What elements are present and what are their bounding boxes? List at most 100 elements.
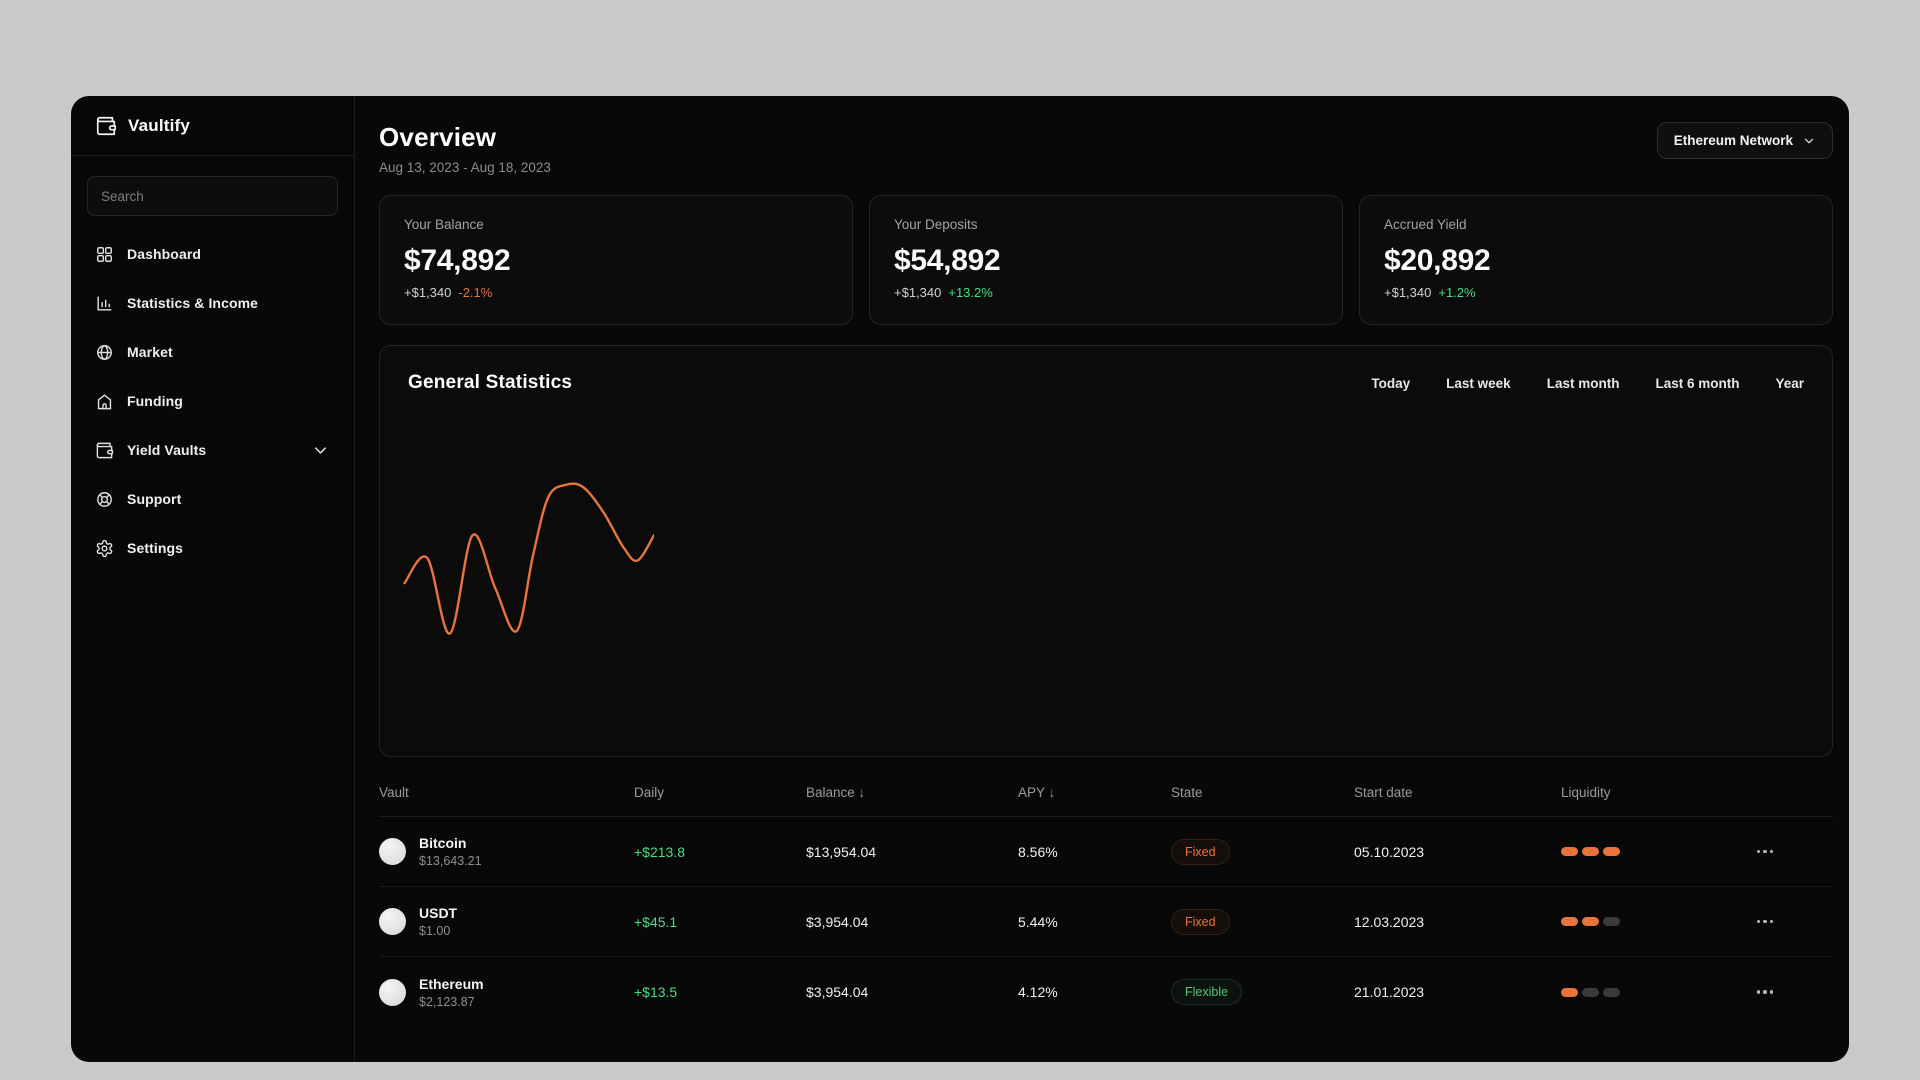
sidebar-nav: Dashboard Statistics & Income Market Fun… [71,226,354,585]
vault-price: $13,643.21 [419,854,482,868]
card-change-amount: +$1,340 [404,285,452,300]
state-badge: Fixed [1171,838,1230,865]
sidebar-item-label: Statistics & Income [127,295,259,311]
column-header-apy[interactable]: APY ↓ [1018,785,1171,800]
home-icon [97,393,112,409]
network-selector-button[interactable]: Ethereum Network [1656,122,1833,159]
liquidity-pill [1561,917,1578,926]
card-value: $54,892 [894,244,1001,277]
wallet-icon [96,442,114,458]
table-row[interactable]: Bitcoin $13,643.21 +$213.8 $13,954.04 8.… [379,817,1833,887]
filter-last-week[interactable]: Last week [1446,376,1511,391]
card-change-amount: +$1,340 [894,285,942,300]
search-input[interactable] [87,176,338,216]
coin-icon [379,908,406,935]
liquidity-indicator [1561,917,1739,926]
sidebar-item-label: Yield Vaults [127,442,207,458]
daily-change: +$213.8 [634,843,685,860]
sidebar-item-yield-vaults[interactable]: Yield Vaults [87,430,338,470]
bar-chart-icon [97,295,112,311]
chevron-down-icon[interactable] [311,441,330,460]
card-value: $20,892 [1384,244,1491,277]
deposits-card: Your Deposits $54,892 +$1,340 +13.2% [869,195,1343,325]
dashboard-grid-icon [97,246,112,262]
column-header-state[interactable]: State [1171,785,1354,800]
vaults-table: Vault Daily Balance ↓ APY ↓ State Start … [379,769,1833,1027]
lifebuoy-icon [97,491,112,507]
brand-name: Vaultify [128,115,191,135]
sidebar-item-funding[interactable]: Funding [87,381,338,421]
card-title: Accrued Yield [1384,217,1467,232]
stat-cards: Your Balance $74,892 +$1,340 -2.1% Your … [379,195,1833,325]
liquidity-pill [1582,847,1599,856]
coin-icon [379,978,406,1006]
balance-value: $13,954.04 [806,843,877,860]
filter-today[interactable]: Today [1371,376,1410,391]
card-change-percent: +13.2% [948,285,993,300]
card-change-percent: -2.1% [458,285,493,300]
sidebar-item-dashboard[interactable]: Dashboard [87,234,338,274]
liquidity-pill [1582,917,1599,926]
filter-last-month[interactable]: Last month [1547,376,1620,391]
filter-year[interactable]: Year [1775,376,1804,391]
vault-name: USDT [419,905,458,921]
accrued-yield-card: Accrued Yield $20,892 +$1,340 +1.2% [1359,195,1833,325]
row-menu-button[interactable] [1755,844,1776,860]
state-badge: Fixed [1171,908,1230,935]
state-badge: Flexible [1171,979,1243,1005]
apy-value: 8.56% [1018,843,1058,860]
sidebar-item-settings[interactable]: Settings [87,528,338,568]
vault-price: $1.00 [419,924,451,938]
liquidity-pill [1603,987,1620,997]
table-row[interactable]: Ethereum $2,123.87 +$13.5 $3,954.04 4.12… [379,957,1833,1027]
daily-change: +$13.5 [634,984,678,1000]
desktop-background: Vaultify Dashboard Statistics & Income M… [0,0,1920,1080]
sidebar: Vaultify Dashboard Statistics & Income M… [71,96,355,1062]
network-selector-label: Ethereum Network [1673,133,1793,148]
liquidity-pill [1561,847,1578,856]
balance-value: $3,954.04 [806,913,869,930]
app-window: Vaultify Dashboard Statistics & Income M… [71,96,1849,1062]
general-statistics-panel: General Statistics Today Last week Last … [379,345,1833,757]
row-menu-button[interactable] [1755,984,1776,1000]
column-header-balance[interactable]: Balance ↓ [806,785,1018,800]
vault-price: $2,123.87 [419,994,475,1009]
line-chart [402,442,654,694]
liquidity-pill [1603,917,1620,926]
time-range-filters: Today Last week Last month Last 6 month … [1371,376,1804,391]
main-content: Overview Aug 13, 2023 - Aug 18, 2023 Eth… [355,96,1849,1062]
globe-icon [97,344,112,360]
sidebar-item-label: Dashboard [127,246,202,262]
column-header-vault[interactable]: Vault [379,785,634,800]
liquidity-indicator [1561,847,1739,856]
liquidity-indicator [1561,987,1739,997]
table-row[interactable]: USDT $1.00 +$45.1 $3,954.04 5.44% Fixed … [379,887,1833,957]
sidebar-item-statistics-income[interactable]: Statistics & Income [87,283,338,323]
balance-card: Your Balance $74,892 +$1,340 -2.1% [379,195,853,325]
card-change-percent: +1.2% [1438,285,1476,300]
row-menu-button[interactable] [1755,914,1776,930]
chevron-down-icon [1804,138,1814,143]
liquidity-pill [1582,987,1599,997]
column-header-start-date[interactable]: Start date [1354,785,1561,800]
sidebar-item-label: Market [127,344,173,360]
column-header-daily[interactable]: Daily [634,785,806,800]
column-header-liquidity[interactable]: Liquidity [1561,785,1739,800]
liquidity-pill [1603,847,1620,856]
sidebar-item-market[interactable]: Market [87,332,338,372]
table-header: Vault Daily Balance ↓ APY ↓ State Start … [379,769,1833,817]
sidebar-item-support[interactable]: Support [87,479,338,519]
page-title: Overview [379,122,497,152]
chart-line-series [405,484,654,634]
card-change-amount: +$1,340 [1384,285,1432,300]
sidebar-item-label: Funding [127,393,183,409]
card-title: Your Deposits [894,217,978,232]
brand-logo: Vaultify [71,96,354,156]
card-title: Your Balance [404,217,484,232]
filter-last-6-month[interactable]: Last 6 month [1655,376,1739,391]
vault-name: Ethereum [419,975,484,992]
apy-value: 5.44% [1018,913,1058,930]
coin-icon [379,838,406,865]
balance-value: $3,954.04 [806,984,869,1000]
gear-icon [96,539,113,557]
